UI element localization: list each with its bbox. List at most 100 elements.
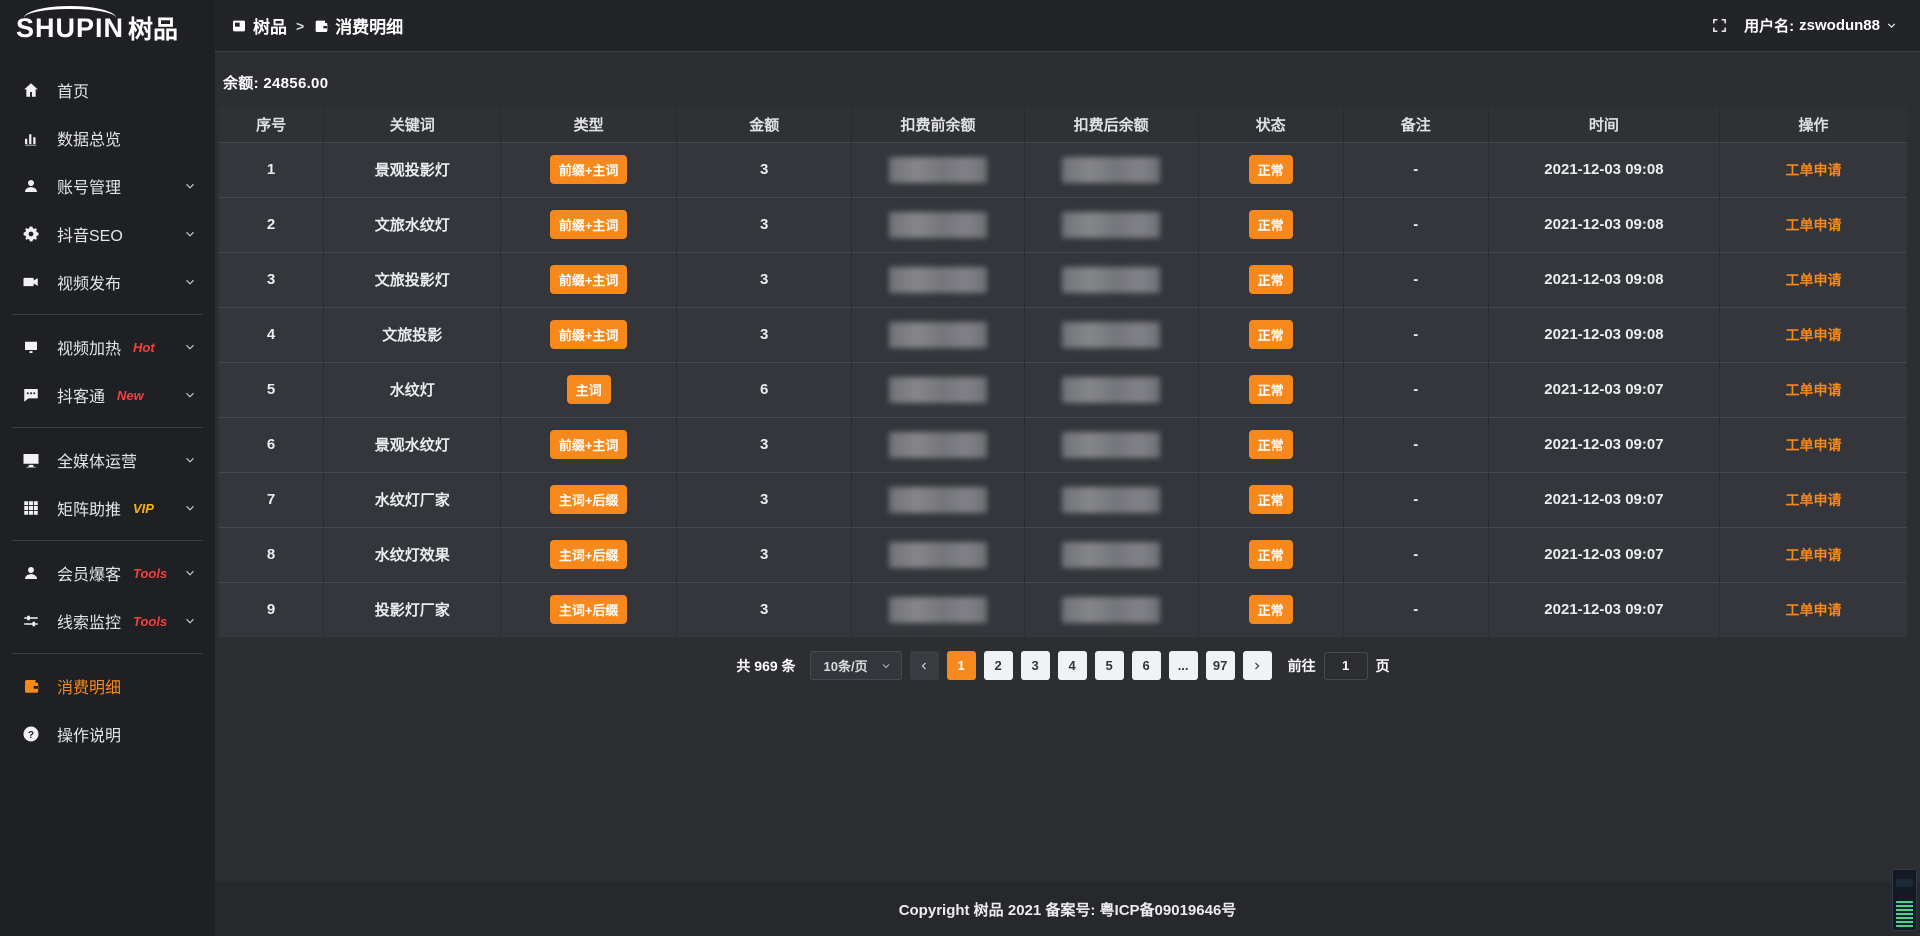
page-more-button[interactable]: ... bbox=[1169, 651, 1198, 680]
cell-type: 前缀+主词 bbox=[501, 417, 677, 472]
type-badge: 前缀+主词 bbox=[550, 155, 628, 184]
page-button-1[interactable]: 1 bbox=[947, 651, 976, 680]
page-button-4[interactable]: 4 bbox=[1058, 651, 1087, 680]
app-icon bbox=[231, 18, 247, 34]
sidebar-item-label: 首页 bbox=[57, 78, 89, 102]
status-badge: 正常 bbox=[1249, 320, 1293, 349]
cell-status: 正常 bbox=[1198, 142, 1343, 197]
sidebar-item-account-management[interactable]: 账号管理 bbox=[0, 162, 215, 210]
redacted-balance bbox=[1062, 542, 1160, 568]
chevron-down-icon bbox=[183, 179, 197, 193]
work-order-link[interactable]: 工单申请 bbox=[1786, 162, 1842, 178]
home-icon bbox=[22, 81, 42, 99]
logo-text-cn: 树品 bbox=[128, 10, 178, 46]
cell-keyword: 水纹灯 bbox=[324, 362, 501, 417]
user-menu[interactable]: 用户名: zswodun88 bbox=[1744, 15, 1898, 36]
sidebar-item-label: 账号管理 bbox=[57, 174, 121, 198]
sidebar-item-consume-detail[interactable]: 消费明细 bbox=[0, 662, 215, 710]
cell-time: 2021-12-03 09:07 bbox=[1488, 582, 1719, 637]
work-order-link[interactable]: 工单申请 bbox=[1786, 217, 1842, 233]
chevron-down-icon bbox=[183, 227, 197, 241]
status-badge: 正常 bbox=[1249, 210, 1293, 239]
table-row: 3文旅投影灯前缀+主词3正常-2021-12-03 09:08工单申请 bbox=[219, 252, 1907, 307]
cell-remark: - bbox=[1343, 142, 1488, 197]
cell-time: 2021-12-03 09:07 bbox=[1488, 362, 1719, 417]
prev-page-button[interactable] bbox=[910, 651, 939, 680]
redacted-balance bbox=[889, 432, 987, 458]
breadcrumb-label: 消费明细 bbox=[335, 13, 403, 38]
cell-action: 工单申请 bbox=[1720, 582, 1907, 637]
cell-after bbox=[1024, 197, 1198, 252]
redacted-balance bbox=[1062, 487, 1160, 513]
cell-index: 7 bbox=[219, 472, 324, 527]
cell-keyword: 景观水纹灯 bbox=[324, 417, 501, 472]
breadcrumb-item-root[interactable]: 树品 bbox=[231, 13, 287, 38]
page-button-5[interactable]: 5 bbox=[1095, 651, 1124, 680]
work-order-link[interactable]: 工单申请 bbox=[1786, 492, 1842, 508]
sidebar-item-video-heat[interactable]: 视频加热Hot bbox=[0, 323, 215, 371]
sidebar-item-home[interactable]: 首页 bbox=[0, 66, 215, 114]
cell-after bbox=[1024, 362, 1198, 417]
cell-type: 前缀+主词 bbox=[501, 197, 677, 252]
username-label: 用户名: bbox=[1744, 15, 1794, 36]
page-button-6[interactable]: 6 bbox=[1132, 651, 1161, 680]
topbar: 树品 > 消费明细 用户名: zswodun88 bbox=[215, 0, 1920, 52]
page-button-3[interactable]: 3 bbox=[1021, 651, 1050, 680]
cell-index: 8 bbox=[219, 527, 324, 582]
sidebar-item-all-media[interactable]: 全媒体运营 bbox=[0, 436, 215, 484]
chevron-left-icon bbox=[918, 660, 930, 672]
work-order-link[interactable]: 工单申请 bbox=[1786, 547, 1842, 563]
page-button-97[interactable]: 97 bbox=[1206, 651, 1235, 680]
cell-time: 2021-12-03 09:08 bbox=[1488, 307, 1719, 362]
goto-page: 前往 页 bbox=[1288, 652, 1390, 680]
chevron-down-icon bbox=[183, 453, 197, 467]
column-header-1: 关键词 bbox=[324, 108, 501, 142]
sidebar-item-doketong[interactable]: 抖客通New bbox=[0, 371, 215, 419]
sidebar-item-clue-monitor[interactable]: 线索监控Tools bbox=[0, 597, 215, 645]
next-page-button[interactable] bbox=[1243, 651, 1272, 680]
sidebar-divider bbox=[12, 653, 203, 654]
table-row: 6景观水纹灯前缀+主词3正常-2021-12-03 09:07工单申请 bbox=[219, 417, 1907, 472]
redacted-balance bbox=[1062, 267, 1160, 293]
page-size-select[interactable]: 10条/页 bbox=[810, 651, 902, 680]
status-badge: 正常 bbox=[1249, 375, 1293, 404]
cell-status: 正常 bbox=[1198, 307, 1343, 362]
sidebar-item-matrix-boost[interactable]: 矩阵助推VIP bbox=[0, 484, 215, 532]
sidebar-item-data-overview[interactable]: 数据总览 bbox=[0, 114, 215, 162]
goto-suffix: 页 bbox=[1376, 656, 1390, 676]
cell-before bbox=[852, 307, 1024, 362]
chat-icon bbox=[22, 386, 42, 404]
cell-status: 正常 bbox=[1198, 472, 1343, 527]
cell-time: 2021-12-03 09:08 bbox=[1488, 252, 1719, 307]
cell-keyword: 投影灯厂家 bbox=[324, 582, 501, 637]
column-header-0: 序号 bbox=[219, 108, 324, 142]
wallet-icon bbox=[22, 677, 42, 695]
fullscreen-icon[interactable] bbox=[1711, 17, 1728, 34]
work-order-link[interactable]: 工单申请 bbox=[1786, 602, 1842, 618]
breadcrumb-label: 树品 bbox=[253, 13, 287, 38]
cell-status: 正常 bbox=[1198, 252, 1343, 307]
work-order-link[interactable]: 工单申请 bbox=[1786, 272, 1842, 288]
work-order-link[interactable]: 工单申请 bbox=[1786, 437, 1842, 453]
table-row: 5水纹灯主词6正常-2021-12-03 09:07工单申请 bbox=[219, 362, 1907, 417]
sidebar-item-member-baoke[interactable]: 会员爆客Tools bbox=[0, 549, 215, 597]
user-icon bbox=[22, 564, 42, 582]
sidebar-item-douyin-seo[interactable]: 抖音SEO bbox=[0, 210, 215, 258]
footer: Copyright 树品 2021 备案号: 粤ICP备09019646号 bbox=[215, 882, 1920, 936]
work-order-link[interactable]: 工单申请 bbox=[1786, 327, 1842, 343]
sidebar-item-label: 抖客通 bbox=[57, 383, 105, 407]
cell-index: 6 bbox=[219, 417, 324, 472]
page-button-2[interactable]: 2 bbox=[984, 651, 1013, 680]
sidebar-item-video-publish[interactable]: 视频发布 bbox=[0, 258, 215, 306]
sidebar-item-operation-guide[interactable]: ?操作说明 bbox=[0, 710, 215, 758]
chart-icon bbox=[22, 129, 42, 147]
redacted-balance bbox=[889, 322, 987, 348]
content: 余额: 24856.00 序号关键词类型金额扣费前余额扣费后余额状态备注时间操作… bbox=[215, 52, 1920, 882]
cell-type: 主词+后缀 bbox=[501, 527, 677, 582]
work-order-link[interactable]: 工单申请 bbox=[1786, 382, 1842, 398]
cell-after bbox=[1024, 307, 1198, 362]
status-badge: 正常 bbox=[1249, 485, 1293, 514]
breadcrumb-separator: > bbox=[296, 18, 304, 34]
goto-page-input[interactable] bbox=[1324, 652, 1368, 680]
table-body: 1景观投影灯前缀+主词3正常-2021-12-03 09:08工单申请2文旅水纹… bbox=[219, 142, 1907, 637]
